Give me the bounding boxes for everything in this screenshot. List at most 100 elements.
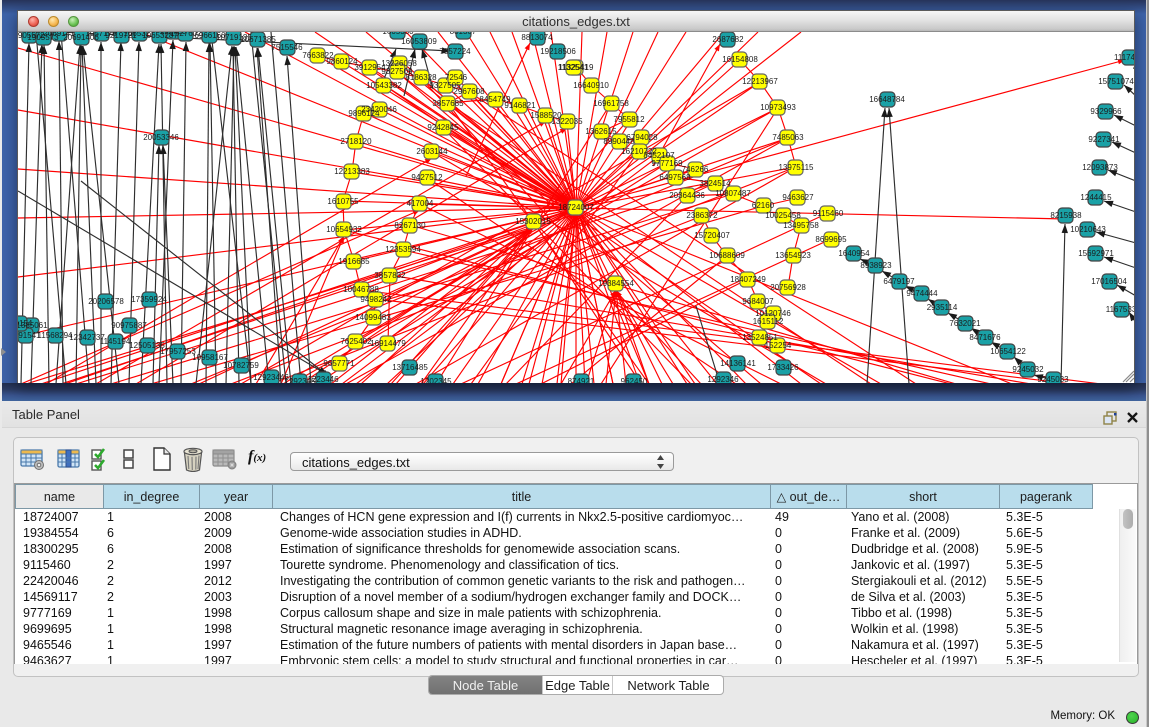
svg-text:2718120: 2718120 [340, 137, 372, 146]
svg-text:10543382: 10543382 [366, 81, 402, 90]
svg-text:10807487: 10807487 [715, 189, 751, 198]
svg-text:16053809: 16053809 [401, 37, 437, 46]
svg-text:881307: 881307 [450, 32, 477, 36]
svg-text:1322035: 1322035 [551, 117, 583, 126]
svg-text:10688609: 10688609 [709, 251, 745, 260]
svg-text:7515546: 7515546 [271, 43, 303, 52]
svg-text:12353594: 12353594 [385, 245, 421, 254]
svg-text:9474444: 9474444 [906, 289, 938, 298]
svg-text:9684007: 9684007 [742, 297, 774, 306]
svg-text:1916685: 1916685 [338, 257, 370, 266]
svg-text:152254: 152254 [765, 341, 792, 350]
svg-text:16961758: 16961758 [593, 99, 629, 108]
svg-text:10973493: 10973493 [760, 103, 796, 112]
svg-text:9463627: 9463627 [782, 193, 814, 202]
svg-text:16640910: 16640910 [573, 81, 609, 90]
svg-text:1640954: 1640954 [838, 249, 870, 258]
svg-text:18407249: 18407249 [730, 275, 766, 284]
svg-text:3824514: 3824514 [699, 179, 731, 188]
svg-text:6794028: 6794028 [626, 133, 658, 142]
svg-text:20053346: 20053346 [143, 133, 179, 142]
svg-text:9427512: 9427512 [411, 173, 443, 182]
svg-text:139154: 139154 [18, 319, 33, 328]
svg-text:9245032: 9245032 [1012, 365, 1044, 374]
svg-text:1292346: 1292346 [707, 375, 739, 383]
svg-text:7632021: 7632021 [949, 319, 981, 328]
svg-text:1132541: 1132541 [558, 63, 589, 72]
svg-text:12213383: 12213383 [334, 167, 370, 176]
svg-text:7955812: 7955812 [613, 115, 645, 124]
svg-text:9245033: 9245033 [1037, 375, 1069, 383]
svg-text:7857224: 7857224 [439, 47, 471, 56]
svg-text:1202345: 1202345 [420, 377, 452, 383]
svg-text:20364436: 20364436 [669, 191, 705, 200]
svg-text:20756928: 20756928 [770, 283, 806, 292]
svg-text:3857832: 3857832 [374, 271, 406, 280]
svg-text:1610755: 1610755 [327, 197, 359, 206]
svg-text:13716485: 13716485 [392, 363, 428, 372]
svg-text:7625402: 7625402 [340, 337, 372, 346]
svg-text:10046788: 10046788 [343, 285, 379, 294]
svg-text:2603144: 2603144 [416, 147, 448, 156]
svg-text:17359924: 17359924 [131, 295, 167, 304]
svg-text:10210643: 10210643 [1070, 225, 1106, 234]
svg-text:2687682: 2687682 [712, 35, 744, 44]
svg-text:6479197: 6479197 [883, 277, 915, 286]
svg-text:13495758: 13495758 [783, 221, 819, 230]
svg-text:14099483: 14099483 [355, 313, 391, 322]
svg-text:9896124: 9896124 [348, 109, 380, 118]
svg-text:17957253: 17957253 [160, 347, 196, 356]
svg-text:1733426: 1733426 [767, 363, 799, 372]
svg-text:8267130: 8267130 [394, 221, 426, 230]
svg-text:2935114: 2935114 [927, 303, 958, 312]
svg-text:72546: 72546 [445, 73, 468, 82]
svg-text:8938923: 8938923 [860, 261, 892, 270]
svg-text:18724007: 18724007 [558, 203, 594, 212]
svg-text:15692971: 15692971 [1078, 249, 1114, 258]
svg-text:9227341: 9227341 [1088, 135, 1120, 144]
svg-text:1605380: 1605380 [382, 32, 414, 36]
svg-text:62160: 62160 [752, 201, 775, 210]
svg-text:1223446: 1223446 [307, 375, 339, 383]
svg-text:13654923: 13654923 [775, 251, 811, 260]
svg-text:962450: 962450 [621, 377, 648, 383]
svg-text:15302015: 15302015 [515, 217, 551, 226]
svg-text:13975115: 13975115 [779, 163, 815, 172]
svg-text:16914479: 16914479 [370, 339, 406, 348]
svg-text:9329966: 9329966 [1090, 107, 1122, 116]
svg-text:16648784: 16648784 [869, 95, 905, 104]
svg-text:11568294: 11568294 [38, 331, 74, 340]
svg-text:10782759: 10782759 [223, 361, 259, 370]
svg-text:9242845: 9242845 [427, 123, 459, 132]
svg-text:1167533: 1167533 [1106, 305, 1134, 314]
svg-text:9115460: 9115460 [813, 209, 844, 218]
svg-text:6497568: 6497568 [659, 173, 691, 182]
svg-text:9498242: 9498242 [360, 295, 392, 304]
svg-text:1615112: 1615112 [753, 317, 784, 326]
svg-text:1145194: 1145194 [100, 337, 131, 346]
svg-text:16154808: 16154808 [722, 55, 758, 64]
svg-text:19384554: 19384554 [598, 279, 634, 288]
svg-text:19218506: 19218506 [540, 47, 576, 56]
svg-text:12093873: 12093873 [1082, 163, 1118, 172]
svg-text:1362615: 1362615 [585, 127, 617, 136]
svg-text:2386372: 2386372 [686, 211, 718, 220]
svg-text:9657771: 9657771 [323, 359, 355, 368]
svg-text:90975887: 90975887 [111, 321, 147, 330]
svg-text:10654932: 10654932 [326, 225, 362, 234]
svg-text:10025458: 10025458 [765, 211, 801, 220]
svg-text:874921: 874921 [568, 377, 595, 383]
svg-text:3857685: 3857685 [432, 99, 464, 108]
svg-text:12213967: 12213967 [742, 77, 778, 86]
svg-text:15751074: 15751074 [1098, 77, 1134, 86]
svg-text:10654122: 10654122 [990, 347, 1026, 356]
svg-text:8215938: 8215938 [1050, 211, 1082, 220]
svg-text:15720407: 15720407 [694, 231, 730, 240]
svg-text:417004: 417004 [407, 199, 434, 208]
svg-text:14136141: 14136141 [720, 359, 756, 368]
svg-text:7485063: 7485063 [772, 133, 804, 142]
svg-text:9860124: 9860124 [326, 57, 358, 66]
svg-text:1117464: 1117464 [1114, 53, 1134, 62]
svg-text:1244415: 1244415 [1080, 193, 1112, 202]
svg-text:17016504: 17016504 [1091, 277, 1127, 286]
